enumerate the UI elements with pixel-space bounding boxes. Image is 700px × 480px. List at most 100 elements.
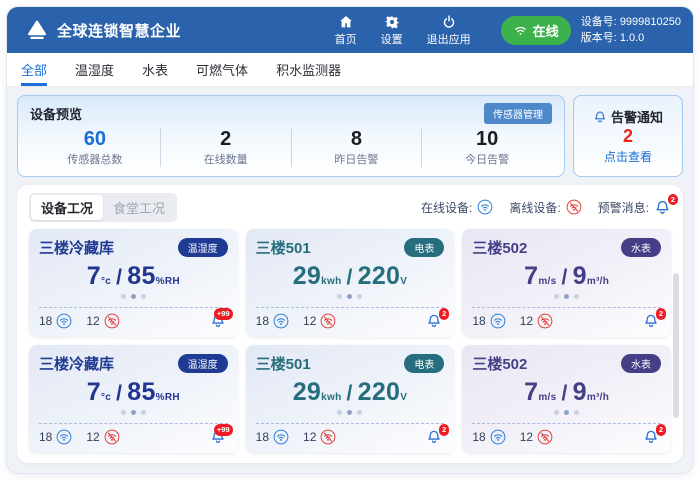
card-readings: 7°c/85%RH xyxy=(39,262,228,291)
wifi-offline-icon xyxy=(320,313,336,329)
offline-count: 12 xyxy=(520,314,533,328)
card-type-badge: 水表 xyxy=(621,354,661,373)
alert-view-link[interactable]: 点击查看 xyxy=(604,148,652,165)
legend-offline: 离线设备: xyxy=(509,199,581,216)
wifi-online-icon xyxy=(477,199,493,215)
nav-home[interactable]: 首页 xyxy=(335,14,357,47)
logo-icon xyxy=(25,18,49,42)
online-count: 18 xyxy=(256,430,269,444)
card-alert-badge: 2 xyxy=(656,308,666,320)
online-count: 18 xyxy=(472,430,485,444)
card-type-badge: 水表 xyxy=(621,238,661,257)
carousel-dots[interactable] xyxy=(256,294,445,299)
card-readings: 7°c/85%RH xyxy=(39,378,228,407)
gear-icon xyxy=(384,14,400,30)
vertical-scrollbar[interactable] xyxy=(673,273,679,418)
online-count: 18 xyxy=(256,314,269,328)
card-type-badge: 温湿度 xyxy=(178,354,228,373)
card-type-badge: 温湿度 xyxy=(178,238,228,257)
home-icon xyxy=(338,14,354,30)
nav-settings[interactable]: 设置 xyxy=(381,14,403,47)
dashboard-app: 全球连锁智慧企业 首页 设置 退出应用 xyxy=(6,6,694,474)
wifi-offline-icon xyxy=(104,313,120,329)
device-overview-panel: 设备预览 传感器管理 60 传感器总数 2 在线数量 8 xyxy=(17,95,565,177)
device-card[interactable]: 三楼501 电表 29kwh/220V 18 12 xyxy=(246,345,455,453)
device-no-label: 设备号: xyxy=(581,16,617,28)
device-no-value: 9999810250 xyxy=(620,16,681,28)
wifi-icon xyxy=(513,23,528,38)
card-alert-bell[interactable]: 2 xyxy=(426,313,442,329)
device-card[interactable]: 三楼502 水表 7m/s/9m³/h 18 12 xyxy=(462,229,671,337)
carousel-dots[interactable] xyxy=(472,410,661,415)
card-alert-bell[interactable]: +99 xyxy=(210,429,226,445)
wifi-online-icon xyxy=(56,429,72,445)
stat-total-sensors: 60 传感器总数 xyxy=(30,128,161,167)
wifi-online-icon xyxy=(273,313,289,329)
tab-flood-monitor[interactable]: 积水监测器 xyxy=(276,53,341,86)
wifi-offline-icon xyxy=(320,429,336,445)
card-readings: 7m/s/9m³/h xyxy=(472,262,661,291)
header-bar: 全球连锁智慧企业 首页 设置 退出应用 xyxy=(7,7,693,53)
offline-count: 12 xyxy=(86,430,99,444)
card-type-badge: 电表 xyxy=(404,354,444,373)
online-count: 18 xyxy=(39,314,52,328)
card-title: 三楼502 xyxy=(472,353,527,374)
wifi-offline-icon xyxy=(104,429,120,445)
version-label: 版本号: xyxy=(581,32,617,44)
toggle-device-status[interactable]: 设备工况 xyxy=(31,195,103,220)
stat-yesterday-alarms: 8 昨日告警 xyxy=(292,128,423,167)
card-alert-badge: +99 xyxy=(214,424,233,436)
tab-water-meter[interactable]: 水表 xyxy=(142,53,168,86)
card-readings: 29kwh/220V xyxy=(256,378,445,407)
legend-online: 在线设备: xyxy=(421,199,493,216)
tab-gas[interactable]: 可燃气体 xyxy=(196,53,248,86)
card-readings: 7m/s/9m³/h xyxy=(472,378,661,407)
stat-online-count: 2 在线数量 xyxy=(161,128,292,167)
sensor-manage-button[interactable]: 传感器管理 xyxy=(484,103,552,124)
nav-exit-label: 退出应用 xyxy=(427,31,471,47)
device-info: 设备号: 9999810250 版本号: 1.0.0 xyxy=(581,14,681,47)
card-alert-bell[interactable]: +99 xyxy=(210,313,226,329)
toggle-canteen-status[interactable]: 食堂工况 xyxy=(103,195,175,220)
offline-count: 12 xyxy=(520,430,533,444)
stat-today-alarms: 10 今日告警 xyxy=(422,128,552,167)
device-card[interactable]: 三楼冷藏库 温湿度 7°c/85%RH 18 12 xyxy=(29,229,238,337)
device-card[interactable]: 三楼冷藏库 温湿度 7°c/85%RH 18 12 xyxy=(29,345,238,453)
wifi-online-icon xyxy=(56,313,72,329)
legend-warning: 预警消息: 2 xyxy=(598,199,671,216)
card-alert-bell[interactable]: 2 xyxy=(426,429,442,445)
tab-all[interactable]: 全部 xyxy=(21,53,47,86)
app-title: 全球连锁智慧企业 xyxy=(57,20,181,41)
card-title: 三楼501 xyxy=(256,237,311,258)
app-window: 全球连锁智慧企业 首页 设置 退出应用 xyxy=(0,0,700,480)
workspace-panel: 设备工况 食堂工况 在线设备: 离线设备: 预警消息: xyxy=(17,185,683,463)
wifi-online-icon xyxy=(490,313,506,329)
tab-temp-humidity[interactable]: 温湿度 xyxy=(75,53,114,86)
version-value: 1.0.0 xyxy=(620,32,644,44)
device-card[interactable]: 三楼501 电表 29kwh/220V 18 12 xyxy=(246,229,455,337)
card-title: 三楼冷藏库 xyxy=(39,353,114,374)
carousel-dots[interactable] xyxy=(39,294,228,299)
workspace-toggle: 设备工况 食堂工况 xyxy=(29,193,177,222)
card-alert-bell[interactable]: 2 xyxy=(643,429,659,445)
wifi-offline-icon xyxy=(537,429,553,445)
device-card[interactable]: 三楼502 水表 7m/s/9m³/h 18 12 xyxy=(462,345,671,453)
card-alert-badge: 2 xyxy=(439,424,449,436)
carousel-dots[interactable] xyxy=(256,410,445,415)
online-count: 18 xyxy=(39,430,52,444)
alert-notification-panel[interactable]: 告警通知 2 点击查看 xyxy=(573,95,683,177)
offline-count: 12 xyxy=(303,314,316,328)
overview-title: 设备预览 xyxy=(30,104,82,123)
nav-exit-app[interactable]: 退出应用 xyxy=(427,14,471,47)
wifi-offline-icon xyxy=(566,199,582,215)
card-alert-bell[interactable]: 2 xyxy=(643,313,659,329)
online-status-label: 在线 xyxy=(533,21,559,40)
carousel-dots[interactable] xyxy=(39,410,228,415)
offline-count: 12 xyxy=(303,430,316,444)
online-status-badge: 在线 xyxy=(501,16,571,45)
wifi-offline-icon xyxy=(537,313,553,329)
power-icon xyxy=(441,14,457,30)
card-alert-badge: 2 xyxy=(656,424,666,436)
carousel-dots[interactable] xyxy=(472,294,661,299)
offline-count: 12 xyxy=(86,314,99,328)
